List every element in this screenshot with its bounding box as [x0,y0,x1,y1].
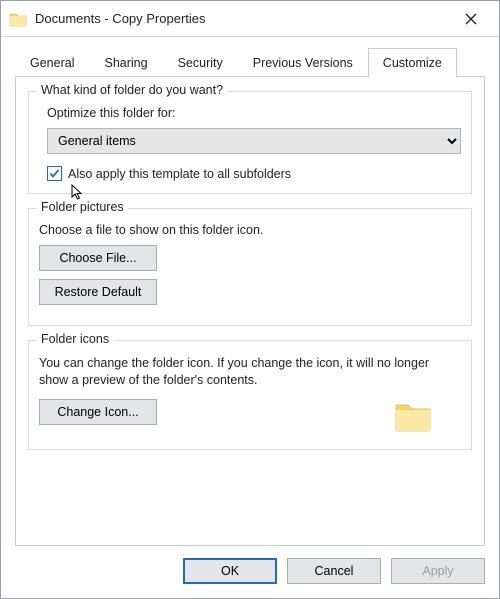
folder-preview-icon [393,399,433,435]
restore-default-button[interactable]: Restore Default [39,279,157,305]
window-title: Documents - Copy Properties [35,11,206,26]
folder-pictures-desc: Choose a file to show on this folder ico… [39,223,461,237]
subfolders-checkbox-label: Also apply this template to all subfolde… [68,167,291,181]
folder-icon [9,10,27,28]
checkmark-icon [49,168,60,179]
group-folder-icons-legend: Folder icons [37,332,113,346]
group-folder-pictures: Folder pictures Choose a file to show on… [28,208,472,326]
choose-file-button[interactable]: Choose File... [39,245,157,271]
tab-strip: General Sharing Security Previous Versio… [15,47,485,77]
subfolders-checkbox[interactable] [47,166,62,181]
customize-panel: What kind of folder do you want? Optimiz… [15,77,485,546]
content-area: General Sharing Security Previous Versio… [1,37,499,546]
group-folder-pictures-legend: Folder pictures [37,200,128,214]
group-folder-kind-legend: What kind of folder do you want? [37,83,227,97]
group-folder-kind: What kind of folder do you want? Optimiz… [28,91,472,194]
ok-button[interactable]: OK [183,558,277,584]
optimize-select[interactable]: General items [47,128,461,154]
folder-icons-desc: You can change the folder icon. If you c… [39,355,461,389]
change-icon-button[interactable]: Change Icon... [39,399,157,425]
titlebar: Documents - Copy Properties [1,1,499,37]
tab-general[interactable]: General [15,48,89,77]
apply-button[interactable]: Apply [391,558,485,584]
tab-security[interactable]: Security [163,48,238,77]
optimize-label: Optimize this folder for: [47,106,461,120]
folder-icon [393,399,433,435]
properties-window: Documents - Copy Properties General Shar… [0,0,500,599]
group-folder-icons: Folder icons You can change the folder i… [28,340,472,450]
close-button[interactable] [451,5,491,33]
dialog-footer: OK Cancel Apply [1,546,499,598]
tab-sharing[interactable]: Sharing [89,48,162,77]
cancel-button[interactable]: Cancel [287,558,381,584]
close-icon [465,13,477,25]
tab-previous-versions[interactable]: Previous Versions [238,48,368,77]
tab-customize[interactable]: Customize [368,48,457,77]
